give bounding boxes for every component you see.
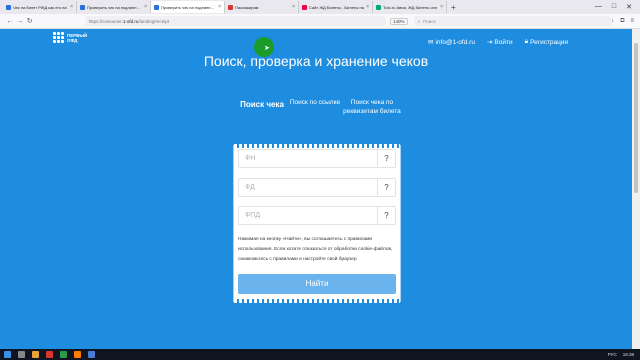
app-icon[interactable]	[88, 351, 95, 358]
scrollbar-thumb[interactable]	[634, 43, 638, 193]
url-path: /landing/receipt	[138, 18, 169, 24]
navigation-bar: ← → ↻ https://consumer. 1-ofd.ru/landing/…	[0, 14, 640, 29]
extensions-icon[interactable]: ⧉	[620, 18, 624, 25]
landing-page: ПЕРВЫЙ ОФД ✉ info@1-ofd.ru ⇥ Войти 🔒︎ Регис…	[0, 29, 632, 349]
browser-tab[interactable]: Tutu.ru Авиа, ЖД билеты онл ×	[373, 1, 447, 13]
start-icon[interactable]	[4, 351, 11, 358]
os-taskbar: РУС 16:38	[0, 349, 640, 360]
fn-field[interactable]: ФН ?	[238, 149, 396, 168]
browser-tab[interactable]: Чек на билет РЖД как его на ×	[3, 1, 77, 13]
url-domain: 1-ofd.ru	[122, 18, 139, 24]
close-tab-icon[interactable]: ×	[218, 4, 221, 10]
tab-search-receipt[interactable]: Поиск чека	[236, 98, 288, 116]
back-icon[interactable]: ←	[5, 18, 15, 25]
system-tray: РУС 16:38	[608, 352, 640, 357]
browser-tab-active[interactable]: Проверить чек на подлинность н ×	[151, 1, 225, 13]
maximize-icon[interactable]: □	[612, 3, 616, 11]
search-mode-tabs: Поиск чека Поиск по ссылке Поиск чека по…	[236, 98, 402, 116]
forward-icon[interactable]: →	[15, 18, 25, 25]
logo-text-line2: ОФД	[67, 37, 78, 43]
close-window-icon[interactable]: ✕	[626, 3, 632, 11]
search-taskbar-icon[interactable]	[18, 351, 25, 358]
logo-text-line1: ПЕРВЫЙ	[67, 32, 88, 38]
fpd-field[interactable]: ФПД ?	[238, 206, 396, 225]
login-link[interactable]: ⇥ Войти	[486, 38, 513, 47]
browser-search-input[interactable]: ⌕ Поиск	[413, 16, 612, 26]
url-prefix: https://consumer.	[88, 18, 123, 24]
tab-search-by-link[interactable]: Поиск по ссылке	[288, 98, 342, 116]
tab-favicon-icon	[6, 4, 11, 10]
browser-tab[interactable]: Сайт ЖД Билеты - Билеты на ×	[299, 1, 373, 13]
tab-favicon-icon	[154, 4, 159, 10]
tab-favicon-icon	[80, 4, 85, 10]
search-placeholder: Поиск	[423, 18, 436, 24]
address-bar[interactable]: https://consumer. 1-ofd.ru/landing/receip…	[84, 16, 387, 26]
fd-input[interactable]: ФД	[239, 184, 377, 191]
fpd-help-button[interactable]: ?	[377, 207, 395, 224]
find-button[interactable]: Найти	[238, 274, 396, 294]
email-link[interactable]: ✉ info@1-ofd.ru	[428, 38, 475, 47]
explorer-icon[interactable]	[32, 351, 39, 358]
close-tab-icon[interactable]: ×	[144, 4, 147, 10]
login-icon: ⇥	[486, 39, 493, 46]
fd-help-button[interactable]: ?	[377, 179, 395, 196]
minimize-icon[interactable]: —	[595, 3, 602, 11]
clock[interactable]: 16:38	[623, 352, 634, 357]
menu-icon[interactable]: ≡	[630, 18, 634, 25]
top-navigation: ✉ info@1-ofd.ru ⇥ Войти 🔒︎ Регистрация	[428, 38, 568, 46]
scrollbar[interactable]	[632, 29, 640, 349]
mail-icon: ✉	[428, 39, 434, 46]
downloads-icon[interactable]: ↓	[611, 18, 614, 25]
tab-favicon-icon	[228, 4, 233, 10]
app-icon[interactable]	[60, 351, 67, 358]
close-tab-icon[interactable]: ×	[440, 4, 443, 10]
mouse-cursor-icon: ➤	[264, 45, 270, 52]
terms-notice: Нажимая на кнопку «Найти», вы соглашаете…	[238, 237, 393, 262]
tab-search-by-ticket[interactable]: Поиск чека по реквизитам билета	[342, 98, 402, 116]
reload-icon[interactable]: ↻	[25, 17, 35, 25]
app-icon[interactable]	[46, 351, 53, 358]
tab-bar: Чек на билет РЖД как его на × Проверить ч…	[0, 0, 640, 14]
zoom-level[interactable]: 140%	[390, 17, 408, 25]
close-tab-icon[interactable]: ×	[292, 4, 295, 10]
close-tab-icon[interactable]: ×	[70, 4, 73, 10]
language-indicator[interactable]: РУС	[608, 352, 617, 357]
site-logo[interactable]: ПЕРВЫЙ ОФД	[53, 32, 87, 43]
fn-help-button[interactable]: ?	[377, 150, 395, 167]
browser-tab[interactable]: Проверить чек на подлинность ×	[77, 1, 151, 13]
fd-field[interactable]: ФД ?	[238, 178, 396, 197]
search-icon: ⌕	[417, 18, 421, 24]
receipt-form: ФН ? ФД ? ФПД ? Нажимая на кнопку «Найти…	[234, 144, 400, 303]
tab-favicon-icon	[376, 4, 381, 10]
fn-input[interactable]: ФН	[239, 155, 377, 162]
fpd-input[interactable]: ФПД	[239, 212, 377, 219]
close-tab-icon[interactable]: ×	[366, 4, 369, 10]
page-title: Поиск, проверка и хранение чеков	[203, 53, 429, 69]
tab-favicon-icon	[302, 4, 307, 10]
toolbar-icons: ↓ ⧉ ≡	[611, 18, 640, 25]
browser-tab[interactable]: Пассажирам ×	[225, 1, 299, 13]
new-tab-button[interactable]: +	[451, 3, 456, 12]
lock-icon: 🔒︎	[524, 38, 529, 45]
register-link[interactable]: 🔒︎ Регистрация	[525, 38, 568, 46]
firefox-icon[interactable]	[74, 351, 81, 358]
window-controls: — □ ✕	[595, 3, 640, 11]
logo-mark-icon	[53, 32, 64, 43]
